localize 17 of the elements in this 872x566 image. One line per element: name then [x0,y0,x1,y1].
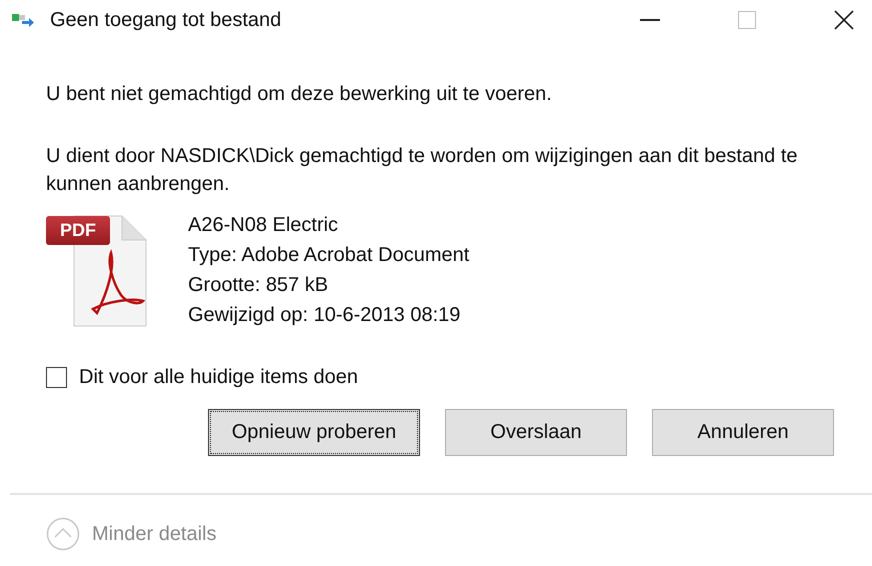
chevron-up-icon[interactable] [46,517,80,551]
minimize-icon[interactable] [640,19,660,21]
dialog-button[interactable]: Overslaan [445,409,627,456]
file-info-text: A26-N08 Electric [188,213,340,238]
file-info-text: Grootte: 857 kB [188,273,330,298]
window-title: Geen toegang tot bestand [50,8,282,32]
detail-text: U dient door NASDICK\Dick gemachtigd te worden om wijzigingen aan dit bestand te kunnen aanbrengen. [46,144,799,197]
maximize-icon[interactable] [738,11,756,29]
dialog-button[interactable]: Annuleren [652,409,834,456]
file-info-text: Type: Adobe Acrobat Document [188,243,470,268]
file-move-icon [12,12,36,28]
dialog-button[interactable]: Opnieuw proberen [208,409,420,456]
close-icon[interactable] [834,10,854,30]
message-text: U bent niet gemachtigd om deze bewerking uit te voeren. [46,82,553,107]
checkbox-label: Dit voor alle huidige items doen [79,366,358,389]
file-info-text: Gewijzigd op: 10-6-2013 08:19 [188,303,462,328]
checkbox[interactable] [46,367,67,388]
